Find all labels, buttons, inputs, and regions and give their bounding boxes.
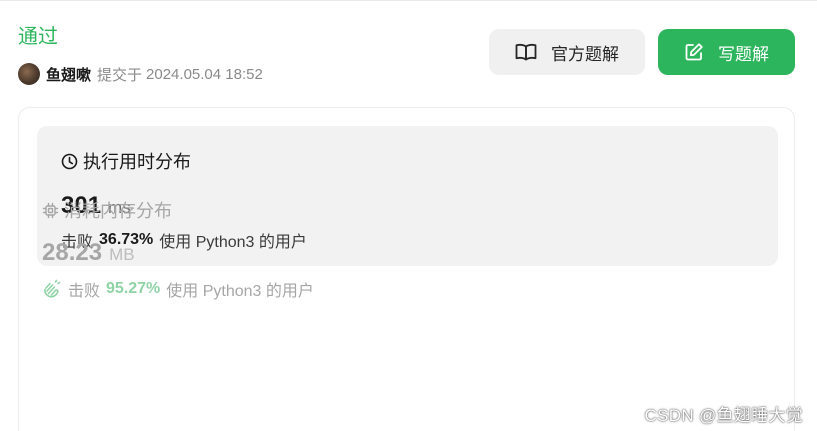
write-solution-label: 写题解 xyxy=(718,44,769,64)
clock-icon xyxy=(61,153,78,170)
official-solution-label: 官方题解 xyxy=(551,44,619,64)
submitted-time: 2024.05.04 18:52 xyxy=(146,65,263,83)
watermark: CSDN @鱼翅睡大觉 xyxy=(644,406,803,425)
memory-number: 28.23 xyxy=(42,239,103,266)
memory-beats-pct: 95.27% xyxy=(106,280,161,297)
memory-title: 消耗内存分布 xyxy=(42,197,172,223)
official-solution-button[interactable]: 官方题解 xyxy=(489,29,645,75)
memory-beats-label: 击败 xyxy=(68,283,101,300)
memory-beats-suffix: 使用 Python3 的用户 xyxy=(166,283,314,300)
clap-hands-icon xyxy=(42,279,62,299)
chip-icon xyxy=(42,202,59,219)
edit-icon xyxy=(684,42,704,62)
runtime-title: 执行用时分布 xyxy=(61,148,191,174)
status-label: 通过 xyxy=(18,26,58,48)
submitted-label: 提交于 xyxy=(97,66,143,84)
username[interactable]: 鱼翅嗽 xyxy=(46,64,91,85)
write-solution-button[interactable]: 写题解 xyxy=(658,29,795,75)
memory-card[interactable]: 消耗内存分布 28.23 MB 击败 95.27% 使用 Python3 的用户 xyxy=(42,197,742,337)
memory-unit: MB xyxy=(109,245,135,264)
memory-beats: 击败 95.27% 使用 Python3 的用户 xyxy=(42,277,314,301)
submission-result-page: 通过 鱼翅嗽 提交于 2024.05.04 18:52 官方题解 写题解 执行用… xyxy=(0,0,817,431)
book-open-icon xyxy=(515,43,537,61)
runtime-title-text: 执行用时分布 xyxy=(83,152,191,172)
submission-meta: 鱼翅嗽 提交于 2024.05.04 18:52 xyxy=(18,61,263,87)
memory-title-text: 消耗内存分布 xyxy=(64,201,172,221)
memory-value: 28.23 MB xyxy=(42,239,135,267)
user-avatar[interactable] xyxy=(18,63,40,85)
